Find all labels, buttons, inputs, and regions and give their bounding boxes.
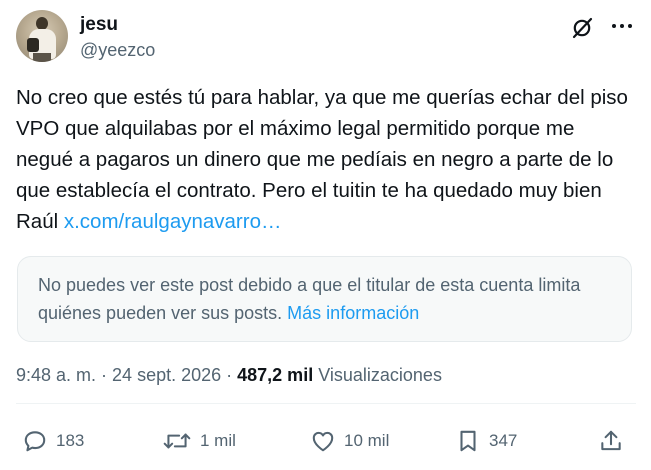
- reply-button[interactable]: 183: [22, 424, 84, 458]
- meta-separator: ·: [221, 365, 238, 385]
- bookmark-icon: [460, 430, 476, 452]
- author-handle[interactable]: @yeezco: [80, 40, 155, 61]
- like-button[interactable]: 10 mil: [310, 424, 389, 458]
- repost-icon: [163, 433, 191, 449]
- meta-separator: ·: [96, 365, 113, 385]
- repost-button[interactable]: 1 mil: [162, 424, 236, 458]
- author-name[interactable]: jesu: [80, 14, 118, 36]
- like-count: 10 mil: [344, 431, 390, 450]
- more-icon[interactable]: [612, 24, 632, 30]
- repost-count: 1 mil: [200, 431, 236, 450]
- grok-icon[interactable]: [570, 16, 594, 40]
- tweet-text: No creo que estés tú para hablar, ya que…: [16, 82, 636, 237]
- reply-count: 183: [56, 431, 85, 450]
- reply-icon: [24, 431, 46, 452]
- divider: [16, 403, 636, 404]
- action-bar: 183 1 mil 10 mil 347: [0, 424, 651, 458]
- like-icon: [312, 431, 334, 452]
- tweet-link[interactable]: x.com/raulgaynavarro…: [64, 210, 282, 233]
- avatar[interactable]: [16, 10, 68, 62]
- tweet-date[interactable]: 24 sept. 2026: [112, 365, 221, 385]
- tweet-meta: 9:48 a. m. · 24 sept. 2026 · 487,2 mil V…: [16, 365, 442, 386]
- bookmark-button[interactable]: 347: [455, 424, 517, 458]
- quoted-post-unavailable: No puedes ver este post debido a que el …: [17, 256, 632, 342]
- tweet-time[interactable]: 9:48 a. m.: [16, 365, 96, 385]
- tweet-header: jesu @yeezco: [16, 10, 636, 66]
- share-icon: [601, 430, 621, 451]
- share-button[interactable]: [598, 424, 624, 458]
- more-info-link[interactable]: Más información: [287, 303, 419, 323]
- views-label: Visualizaciones: [313, 365, 442, 385]
- bookmark-count: 347: [489, 431, 518, 450]
- views-count: 487,2 mil: [237, 365, 314, 385]
